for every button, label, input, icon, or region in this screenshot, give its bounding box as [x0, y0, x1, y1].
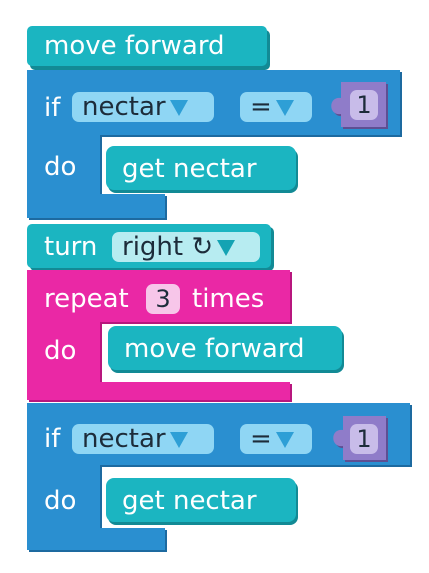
times-label: times [192, 284, 265, 314]
operator-dropdown-value: = [250, 424, 272, 454]
direction-dropdown-value: right ↻ [122, 232, 214, 262]
operator-dropdown-value: = [250, 92, 272, 122]
do-label: do [44, 486, 77, 516]
get-nectar-label: get nectar [122, 486, 257, 516]
sensor-dropdown[interactable]: nectar [72, 92, 214, 122]
value-field[interactable]: 1 [350, 90, 378, 120]
if-label: if [44, 424, 61, 454]
chevron-down-icon [217, 239, 236, 256]
operator-dropdown[interactable]: = [240, 424, 312, 454]
sensor-dropdown-value: nectar [82, 92, 166, 122]
sensor-dropdown[interactable]: nectar [72, 424, 214, 454]
chevron-down-icon [275, 431, 294, 448]
chevron-down-icon [169, 99, 188, 116]
operator-dropdown[interactable]: = [240, 92, 312, 122]
blockly-workspace[interactable]: move forward if nectar = 1 do get nectar… [0, 0, 429, 573]
value-field[interactable]: 1 [350, 424, 378, 454]
if-label: if [44, 93, 61, 123]
turn-label: turn [44, 232, 98, 262]
move-forward-label: move forward [124, 334, 305, 364]
direction-dropdown[interactable]: right ↻ [112, 232, 260, 262]
sensor-dropdown-value: nectar [82, 424, 166, 454]
get-nectar-label: get nectar [122, 154, 257, 184]
chevron-down-icon [275, 99, 294, 116]
move-forward-label: move forward [44, 31, 225, 61]
do-label: do [44, 336, 77, 366]
repeat-label: repeat [44, 284, 129, 314]
do-label: do [44, 152, 77, 182]
repeat-count-field[interactable]: 3 [146, 284, 180, 314]
chevron-down-icon [169, 431, 188, 448]
